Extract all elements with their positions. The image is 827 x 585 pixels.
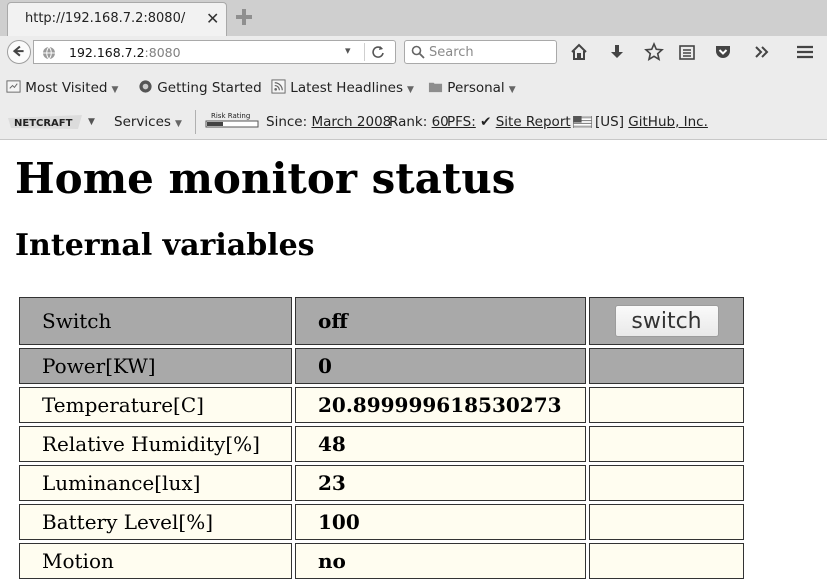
- navigation-bar: 192.168.7.2:8080 ▾ Search: [0, 36, 827, 69]
- firefox-icon: [139, 80, 152, 93]
- svg-text:Risk Rating: Risk Rating: [211, 112, 250, 120]
- url-bar[interactable]: 192.168.7.2:8080 ▾: [33, 40, 396, 64]
- close-icon[interactable]: ✕: [206, 9, 219, 28]
- action-cell: [589, 348, 744, 384]
- reading-list-icon[interactable]: [677, 42, 697, 62]
- check-icon: ✔: [480, 114, 492, 130]
- table-row: Temperature[C] 20.899999618530273: [19, 387, 744, 423]
- action-cell: [589, 465, 744, 501]
- search-input[interactable]: Search: [429, 45, 474, 60]
- since-link[interactable]: March 2008: [311, 114, 391, 130]
- table-row: Relative Humidity[%] 48: [19, 426, 744, 462]
- new-tab-icon[interactable]: [234, 7, 254, 27]
- variable-value: 23: [295, 465, 586, 501]
- rss-feed-icon: [271, 79, 286, 94]
- variable-value: 0: [295, 348, 586, 384]
- variable-value: 20.899999618530273: [295, 387, 586, 423]
- variable-name: Power[KW]: [19, 348, 292, 384]
- variable-name: Battery Level[%]: [19, 504, 292, 540]
- table-row: Battery Level[%] 100: [19, 504, 744, 540]
- overflow-chevron-icon[interactable]: [752, 42, 772, 62]
- tab-title: http://192.168.7.2:8080/: [25, 11, 186, 26]
- variable-name: Relative Humidity[%]: [19, 426, 292, 462]
- action-cell: [589, 387, 744, 423]
- pocket-icon[interactable]: [713, 42, 733, 62]
- hamburger-menu-icon[interactable]: [795, 42, 815, 62]
- bookmark-personal[interactable]: Personal ▼: [428, 79, 516, 96]
- action-cell: switch: [589, 297, 744, 345]
- variable-value: off: [295, 297, 586, 345]
- bookmark-latest-headlines[interactable]: Latest Headlines ▼: [271, 79, 414, 96]
- variable-name: Luminance[lux]: [19, 465, 292, 501]
- services-menu[interactable]: Services ▼: [114, 114, 182, 130]
- bookmark-star-icon[interactable]: [644, 42, 664, 62]
- chevron-down-icon: ▼: [508, 85, 516, 95]
- us-flag-icon: [573, 116, 592, 128]
- bookmark-getting-started[interactable]: Getting Started: [138, 79, 262, 96]
- search-bar[interactable]: Search: [404, 40, 557, 64]
- page-title: Home monitor status: [15, 154, 516, 203]
- chevron-down-icon: ▼: [407, 85, 414, 95]
- globe-icon: [43, 46, 55, 60]
- table-row: Power[KW] 0: [19, 348, 744, 384]
- rank-field: Rank: 60: [389, 114, 449, 130]
- switch-button[interactable]: switch: [614, 305, 719, 337]
- bookmarks-toolbar: Most Visited ▼ Getting Started Latest Hea…: [0, 69, 827, 105]
- back-button[interactable]: [7, 40, 31, 64]
- browser-chrome: http://192.168.7.2:8080/ ✕ 192.168.7.2:8…: [0, 0, 827, 140]
- chevron-down-icon: ▼: [111, 85, 119, 95]
- bookmark-most-visited[interactable]: Most Visited ▼: [6, 79, 118, 96]
- chevron-down-icon[interactable]: ▼: [88, 117, 95, 127]
- action-cell: [589, 504, 744, 540]
- netcraft-toolbar: NETCRAFT ▼ Services ▼ Risk Rating Since: …: [0, 105, 827, 140]
- risk-rating-meter[interactable]: Risk Rating: [205, 111, 259, 131]
- action-cell: [589, 426, 744, 462]
- svg-text:NETCRAFT: NETCRAFT: [14, 118, 73, 129]
- search-icon: [411, 45, 425, 59]
- download-icon[interactable]: [607, 42, 627, 62]
- status-table: Switch off switch Power[KW] 0 Temperatur…: [16, 294, 747, 582]
- back-arrow-icon: [12, 45, 24, 57]
- reload-icon[interactable]: [371, 45, 385, 59]
- home-icon[interactable]: [569, 42, 589, 62]
- netcraft-logo[interactable]: NETCRAFT: [8, 114, 82, 130]
- section-title: Internal variables: [15, 228, 315, 263]
- variable-name: Motion: [19, 543, 292, 579]
- chevron-down-icon[interactable]: ▾: [345, 44, 351, 57]
- since-field: Since: March 2008: [266, 114, 392, 130]
- variable-value: 48: [295, 426, 586, 462]
- variable-value: no: [295, 543, 586, 579]
- url-divider: [364, 43, 365, 61]
- table-row: Motion no: [19, 543, 744, 579]
- table-row: Luminance[lux] 23: [19, 465, 744, 501]
- variable-name: Temperature[C]: [19, 387, 292, 423]
- hosting-field: [US] GitHub, Inc.: [595, 114, 708, 130]
- page-content: Home monitor status Internal variables S…: [0, 140, 827, 585]
- url-text: 192.168.7.2:8080: [69, 45, 181, 60]
- tab-strip: http://192.168.7.2:8080/ ✕: [0, 0, 827, 37]
- browser-tab[interactable]: http://192.168.7.2:8080/ ✕: [7, 2, 227, 36]
- toolbar-divider: [195, 110, 196, 134]
- variable-name: Switch: [19, 297, 292, 345]
- action-cell: [589, 543, 744, 579]
- site-report-link[interactable]: Site Report: [496, 114, 571, 130]
- variable-value: 100: [295, 504, 586, 540]
- most-visited-icon: [6, 80, 21, 93]
- pfs-field: PFS: ✔ Site Report: [447, 114, 571, 130]
- folder-icon: [428, 82, 443, 93]
- company-link[interactable]: GitHub, Inc.: [628, 114, 708, 130]
- table-row: Switch off switch: [19, 297, 744, 345]
